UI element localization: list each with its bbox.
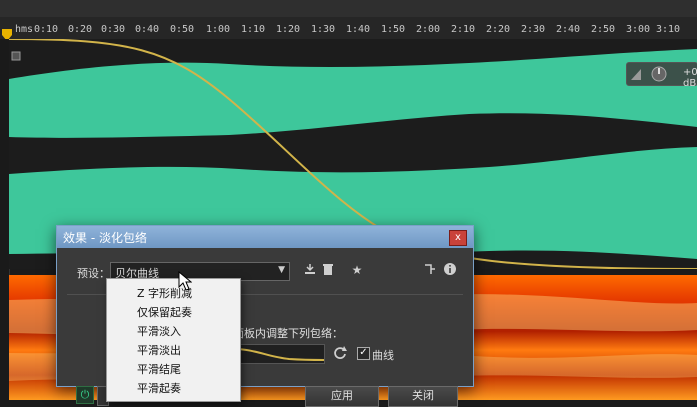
level-hud-value: +0 dB	[683, 67, 697, 89]
apply-button[interactable]: 应用	[305, 386, 379, 407]
ruler-tick: 1:30	[311, 24, 336, 35]
ruler-tick: 0:40	[135, 24, 160, 35]
ruler-tick: 0:20	[68, 24, 93, 35]
route-icon[interactable]	[422, 262, 438, 278]
instruction-text: 面板内调整下列包络：	[233, 327, 343, 340]
time-ruler[interactable]: hms 0:10 0:20 0:30 0:40 0:50 1:00 1:10 1…	[0, 17, 697, 40]
reset-icon[interactable]	[332, 345, 348, 365]
dropdown-item[interactable]: 平滑起奏	[137, 380, 181, 396]
ruler-tick: 1:40	[346, 24, 371, 35]
ruler-tick: 1:50	[381, 24, 406, 35]
curve-checkbox[interactable]: ✓	[357, 347, 370, 360]
waveform-corner-handle	[11, 51, 21, 61]
favorite-star-icon[interactable]: ★	[349, 262, 365, 278]
dropdown-item[interactable]: 平滑淡入	[137, 323, 181, 339]
ruler-tick: 2:20	[486, 24, 511, 35]
close-button[interactable]: 关闭	[388, 386, 458, 407]
dialog-title: 效果 - 淡化包络	[63, 231, 147, 245]
ruler-tick: 1:00	[206, 24, 231, 35]
close-icon[interactable]: x	[449, 230, 467, 246]
dropdown-item[interactable]: 平滑淡出	[137, 342, 181, 358]
curve-preview	[233, 344, 325, 364]
ruler-tick: 2:40	[556, 24, 581, 35]
ruler-tick: 1:10	[241, 24, 266, 35]
ruler-tick: 0:50	[170, 24, 195, 35]
mouse-cursor-icon	[178, 270, 193, 291]
dialog-titlebar[interactable]: 效果 - 淡化包络 x	[57, 226, 473, 248]
playhead-marker-icon[interactable]	[2, 26, 12, 41]
dropdown-item[interactable]: 平滑结尾	[137, 361, 181, 377]
ruler-format-label: hms	[15, 24, 34, 35]
delete-preset-icon[interactable]	[320, 262, 336, 278]
ruler-tick: 0:30	[101, 24, 126, 35]
ruler-tick: 2:30	[521, 24, 546, 35]
ruler-tick: 2:50	[591, 24, 616, 35]
save-preset-icon[interactable]	[302, 262, 318, 278]
level-hud[interactable]: +0 dB	[626, 62, 697, 89]
dropdown-item[interactable]: 仅保留起奏	[137, 304, 192, 320]
ruler-tick: 1:20	[276, 24, 301, 35]
top-strip	[0, 0, 697, 18]
ruler-tick: 3:00	[626, 24, 651, 35]
ruler-tick: 2:00	[416, 24, 441, 35]
ruler-tick: 0:10	[34, 24, 59, 35]
power-icon[interactable]: ⏻	[76, 386, 94, 404]
curve-checkbox-label: 曲线	[372, 349, 394, 362]
preset-dropdown-menu[interactable]: Z 字形削减 仅保留起奏 平滑淡入 平滑淡出 平滑结尾 平滑起奏	[106, 278, 241, 402]
info-icon[interactable]	[442, 262, 458, 278]
ruler-tick: 2:10	[451, 24, 476, 35]
ruler-tick: 3:10	[656, 24, 681, 35]
chevron-down-icon: ▼	[278, 265, 285, 275]
